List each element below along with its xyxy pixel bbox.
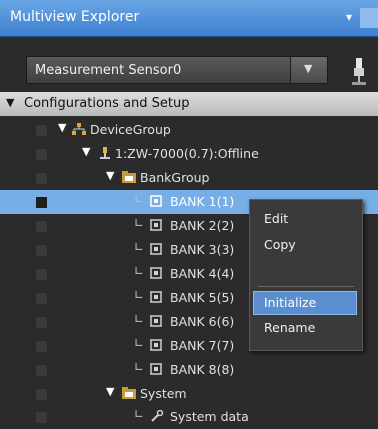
pin-icon[interactable]: ▾ xyxy=(346,10,352,24)
bank-icon xyxy=(150,267,162,279)
row-checkbox[interactable] xyxy=(36,365,47,376)
tree-node-label: BANK 2(2) xyxy=(170,218,235,233)
row-checkbox[interactable] xyxy=(36,221,47,232)
bank-icon xyxy=(150,195,162,207)
bank-icon xyxy=(150,363,162,375)
row-checkbox[interactable] xyxy=(36,269,47,280)
tree-branch-line: ∟ xyxy=(134,240,145,254)
row-checkbox[interactable] xyxy=(36,317,47,328)
tree-branch-line: ∟ xyxy=(134,288,145,302)
device-group-icon xyxy=(72,123,86,135)
row-checkbox[interactable] xyxy=(36,245,47,256)
context-menu: Edit Copy Initialize Rename xyxy=(249,199,363,351)
tree-branch-line: ∟ xyxy=(134,360,145,374)
tree-node-devicegroup[interactable]: ▼ DeviceGroup xyxy=(0,118,378,142)
tree-node-label: BANK 7(7) xyxy=(170,338,235,353)
expand-arrow-icon[interactable]: ▼ xyxy=(58,121,66,134)
tree-node-system[interactable]: ▼ System xyxy=(0,382,378,406)
tree-node-label: BANK 5(5) xyxy=(170,290,235,305)
folder-icon xyxy=(122,387,136,399)
tree-node-bank-8[interactable]: ∟ BANK 8(8) xyxy=(0,358,378,382)
row-checkbox[interactable] xyxy=(36,412,47,423)
row-checkbox[interactable] xyxy=(36,149,47,160)
tree-node-label: 1:ZW-7000(0.7):Offline xyxy=(115,146,259,161)
tree-node-label: DeviceGroup xyxy=(90,122,171,137)
panel-edge xyxy=(360,8,378,28)
tree-node-label: System xyxy=(140,386,187,401)
tree-node-label: BANK 4(4) xyxy=(170,266,235,281)
row-checkbox[interactable] xyxy=(36,125,47,136)
folder-icon xyxy=(122,171,136,183)
panel-title: Multiview Explorer xyxy=(10,9,140,25)
bank-icon xyxy=(150,243,162,255)
dropdown-button[interactable]: ▼ xyxy=(290,57,327,83)
collapse-arrow-icon[interactable]: ▼ xyxy=(6,96,14,109)
tree-node-label: System data xyxy=(170,409,249,424)
tree-node-bankgroup[interactable]: ▼ BankGroup xyxy=(0,166,378,190)
tree-branch-line: ∟ xyxy=(134,216,145,230)
tree-branch-line: ∟ xyxy=(134,336,145,350)
expand-arrow-icon[interactable]: ▼ xyxy=(82,145,90,158)
tree-node-label: BANK 8(8) xyxy=(170,362,235,377)
sensor-selector-value: Measurement Sensor0 xyxy=(35,63,182,78)
menu-separator xyxy=(258,286,354,287)
chevron-down-icon: ▼ xyxy=(304,62,313,75)
tree-branch-line: ∟ xyxy=(134,264,145,278)
row-checkbox[interactable] xyxy=(36,173,47,184)
row-checkbox[interactable] xyxy=(36,341,47,352)
menu-item-copy[interactable]: Copy xyxy=(264,237,296,252)
tree-branch-line: ∟ xyxy=(134,407,145,421)
menu-item-edit[interactable]: Edit xyxy=(264,211,288,226)
tree-branch-line: ∟ xyxy=(134,192,145,206)
tree-branch-line: ∟ xyxy=(134,312,145,326)
menu-item-rename[interactable]: Rename xyxy=(264,320,315,335)
section-label: Configurations and Setup xyxy=(24,96,190,111)
row-checkbox[interactable] xyxy=(36,389,47,400)
sensor-device-icon xyxy=(100,147,110,159)
expand-arrow-icon[interactable]: ▼ xyxy=(106,169,114,182)
tree-node-label: BANK 1(1) xyxy=(170,194,235,209)
panel-titlebar: Multiview Explorer ▾ xyxy=(0,0,378,37)
bank-icon xyxy=(150,339,162,351)
tree-node-device[interactable]: ▼ 1:ZW-7000(0.7):Offline xyxy=(0,142,378,166)
bank-icon xyxy=(150,291,162,303)
expand-arrow-icon[interactable]: ▼ xyxy=(106,385,114,398)
menu-item-initialize[interactable]: Initialize xyxy=(264,295,316,310)
section-configurations-and-setup[interactable]: ▼ Configurations and Setup xyxy=(0,92,378,116)
wrench-icon xyxy=(151,410,164,422)
sensor-selector[interactable]: Measurement Sensor0 ▼ xyxy=(26,56,328,84)
tree-node-label: BANK 6(6) xyxy=(170,314,235,329)
tree-node-label: BankGroup xyxy=(140,170,210,185)
bank-icon xyxy=(150,219,162,231)
sensor-icon[interactable] xyxy=(350,56,368,88)
tree-node-label: BANK 3(3) xyxy=(170,242,235,257)
row-checkbox[interactable] xyxy=(36,197,47,208)
bank-icon xyxy=(150,315,162,327)
tree-node-system-data[interactable]: ∟ System data xyxy=(0,405,378,429)
row-checkbox[interactable] xyxy=(36,293,47,304)
